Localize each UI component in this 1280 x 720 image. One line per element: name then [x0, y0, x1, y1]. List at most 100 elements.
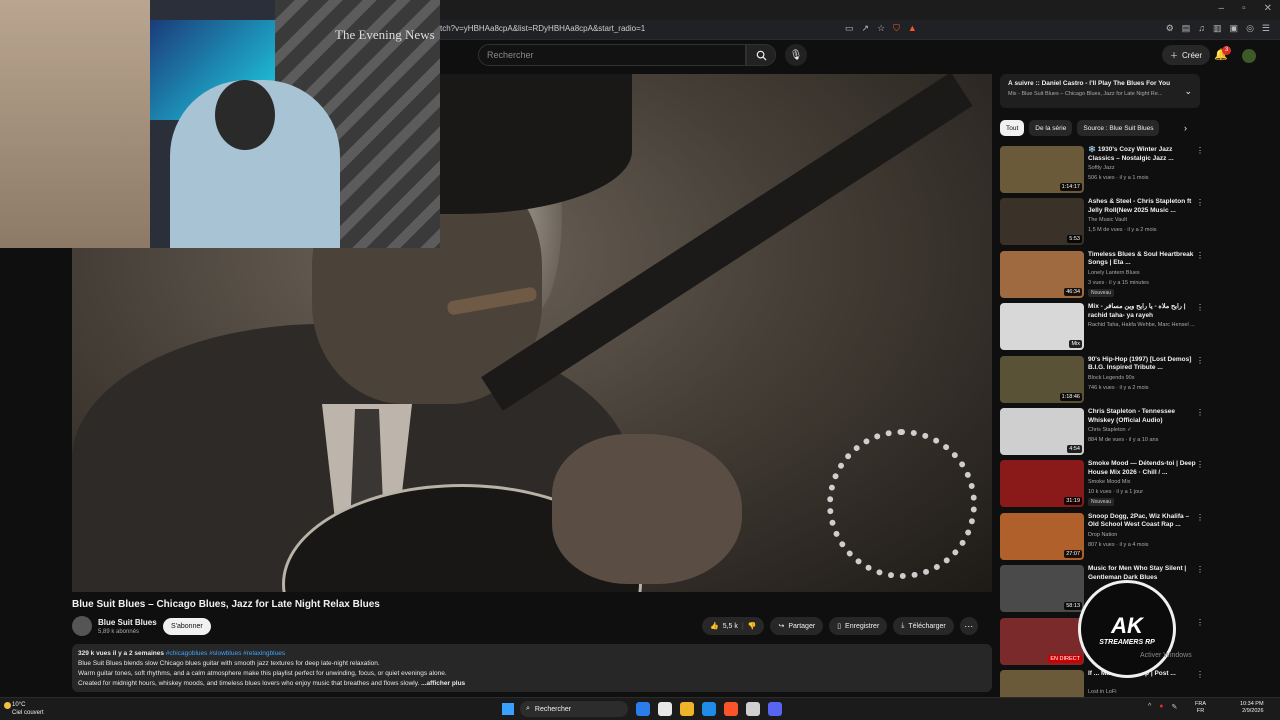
- recommendation-item[interactable]: 31:19 Smoke Mood — Détends-toi | Deep Hou…: [1000, 460, 1205, 508]
- bookmark-icon[interactable]: ☆: [877, 23, 885, 34]
- video-thumbnail[interactable]: 27:07: [1000, 512, 1084, 560]
- panel-icon[interactable]: ▥: [1213, 23, 1222, 34]
- recommendation-title[interactable]: Ashes & Steel - Chris Stapleton ft Jelly…: [1088, 198, 1196, 215]
- video-description[interactable]: 329 k vues il y a 2 semaines #chicagoblu…: [72, 644, 992, 692]
- kebab-menu-icon[interactable]: ⋮: [1196, 565, 1204, 574]
- video-thumbnail[interactable]: 31:19: [1000, 460, 1084, 508]
- video-thumbnail[interactable]: 46:34: [1000, 250, 1084, 298]
- chip-all[interactable]: Tout: [1000, 120, 1025, 136]
- kebab-menu-icon[interactable]: ⋮: [1196, 356, 1204, 365]
- recommendation-item[interactable]: 46:34 Timeless Blues & Soul Heartbreak So…: [1000, 250, 1205, 299]
- chip-series[interactable]: De la série: [1029, 120, 1073, 136]
- recommendation-title[interactable]: Smoke Mood — Détends-toi | Deep House Mi…: [1088, 460, 1196, 477]
- kebab-menu-icon[interactable]: ⋮: [1196, 513, 1204, 522]
- tray-chevron-icon[interactable]: ^: [1148, 703, 1151, 711]
- kebab-menu-icon[interactable]: ⋮: [1196, 460, 1204, 469]
- sidebar-icon[interactable]: ▤: [1182, 23, 1191, 34]
- video-thumbnail[interactable]: 5:53: [1000, 198, 1084, 246]
- logo-sub-text: STREAMERS RP: [1099, 638, 1155, 646]
- recommendation-item[interactable]: 27:07 Snoop Dogg, 2Pac, Wiz Khalifa – Old…: [1000, 512, 1205, 561]
- search-button[interactable]: [746, 44, 776, 66]
- folder-icon[interactable]: [680, 702, 694, 716]
- chrome-icon[interactable]: [746, 702, 760, 716]
- thumbs-down-icon[interactable]: 👎: [748, 622, 757, 630]
- subscribe-button[interactable]: S'abonner: [163, 618, 211, 635]
- discord-icon[interactable]: [768, 702, 782, 716]
- video-thumbnail[interactable]: 58:13: [1000, 565, 1084, 613]
- recommendation-title[interactable]: ❄️ 1930's Cozy Winter Jazz Classics – No…: [1088, 146, 1196, 163]
- video-thumbnail[interactable]: 1:18:46: [1000, 355, 1084, 403]
- store-icon[interactable]: [658, 702, 672, 716]
- language-indicator[interactable]: FRA FR: [1195, 701, 1206, 715]
- create-button[interactable]: ＋ Créer: [1162, 45, 1211, 65]
- chevron-down-icon[interactable]: ⌄: [1184, 86, 1192, 97]
- maximize-button[interactable]: ▫: [1242, 3, 1246, 14]
- extension-icon[interactable]: ⚙: [1166, 23, 1174, 34]
- show-more-link[interactable]: ...afficher plus: [421, 680, 465, 687]
- recommendation-channel: The Music Vault: [1088, 217, 1128, 224]
- copilot-icon[interactable]: [636, 702, 650, 716]
- description-tags[interactable]: #chicagoblues #slowblues #relaxingblues: [166, 650, 285, 657]
- microphone-icon: 🎙: [789, 49, 803, 61]
- kebab-menu-icon[interactable]: ⋮: [1196, 670, 1204, 679]
- kebab-menu-icon[interactable]: ⋮: [1196, 303, 1204, 312]
- download-label: Télécharger: [908, 622, 946, 630]
- close-button[interactable]: ✕: [1264, 3, 1272, 14]
- windows-start-icon[interactable]: [502, 703, 514, 715]
- video-thumbnail[interactable]: 1:14:17: [1000, 146, 1084, 193]
- shield-icon[interactable]: ⛉: [893, 23, 900, 34]
- kebab-menu-icon[interactable]: ⋮: [1196, 146, 1204, 155]
- edge-icon[interactable]: [702, 702, 716, 716]
- tray-pen-icon[interactable]: ✎: [1172, 703, 1178, 711]
- video-thumbnail[interactable]: EN DIRECT: [1000, 617, 1084, 665]
- recommendation-item[interactable]: 1:14:17 ❄️ 1930's Cozy Winter Jazz Classi…: [1000, 146, 1205, 194]
- video-thumbnail[interactable]: Mix: [1000, 303, 1084, 351]
- music-icon[interactable]: ♫: [1198, 23, 1205, 34]
- keyboard-layout: FR: [1196, 708, 1205, 714]
- reader-icon[interactable]: ▭: [845, 23, 854, 34]
- user-avatar[interactable]: [1242, 49, 1256, 63]
- minimize-button[interactable]: –: [1219, 3, 1225, 14]
- recommendation-item[interactable]: 5:53 Ashes & Steel - Chris Stapleton ft J…: [1000, 198, 1205, 246]
- recommendation-item[interactable]: 1:18:46 90's Hip-Hop (1997) [Lost Demos] …: [1000, 355, 1205, 404]
- brave-icon[interactable]: [724, 702, 738, 716]
- kebab-menu-icon[interactable]: ⋮: [1196, 251, 1204, 260]
- taskbar-search[interactable]: ⌕ Rechercher: [520, 701, 628, 717]
- kebab-menu-icon[interactable]: ⋮: [1196, 408, 1204, 417]
- tray-app-icon[interactable]: ●: [1159, 703, 1163, 711]
- up-next-panel[interactable]: À suivre :: Daniel Castro - I'll Play Th…: [1000, 74, 1200, 108]
- menu-icon[interactable]: ☰: [1262, 23, 1270, 34]
- kebab-menu-icon[interactable]: ⋮: [1196, 198, 1204, 207]
- video-thumbnail[interactable]: 4:54: [1000, 408, 1084, 455]
- chip-source[interactable]: Source : Blue Suit Blues: [1077, 120, 1160, 136]
- recommendation-title[interactable]: Snoop Dogg, 2Pac, Wiz Khalifa – Old Scho…: [1088, 513, 1196, 530]
- like-button[interactable]: 👍 5,5 k | 👎: [702, 617, 765, 635]
- download-button[interactable]: ⤓ Télécharger: [893, 617, 954, 635]
- weather-widget[interactable]: 10°C Ciel couvert: [12, 701, 44, 717]
- url-field[interactable]: tch?v=yHBHAa8cpA&list=RDyHBHAa8cpA&start…: [440, 24, 645, 33]
- video-duration: 5:53: [1067, 235, 1082, 244]
- up-next-subtitle: Mix - Blue Suit Blues – Chicago Blues, J…: [1008, 91, 1163, 97]
- recommendation-title[interactable]: 90's Hip-Hop (1997) [Lost Demos] B.I.G. …: [1088, 356, 1196, 373]
- recommendation-title[interactable]: Mix - رايح ملاه - يا رايح وين مسافر | ra…: [1088, 303, 1196, 320]
- recommendation-title[interactable]: Chris Stapleton - Tennessee Whiskey (Off…: [1088, 408, 1196, 425]
- kebab-menu-icon[interactable]: ⋮: [1196, 618, 1204, 627]
- recommendation-title[interactable]: Music for Men Who Stay Silent | Gentlema…: [1088, 565, 1196, 582]
- search-input[interactable]: Rechercher: [478, 44, 746, 66]
- wallet-icon[interactable]: ▣: [1230, 23, 1239, 34]
- channel-name[interactable]: Blue Suit Blues: [98, 618, 157, 627]
- rewards-icon[interactable]: ▲: [908, 23, 917, 34]
- recommendation-item[interactable]: Mix Mix - رايح ملاه - يا رايح وين مسافر |…: [1000, 303, 1205, 351]
- recommendation-item[interactable]: 4:54 Chris Stapleton - Tennessee Whiskey …: [1000, 408, 1205, 456]
- share-icon[interactable]: ↗: [862, 23, 870, 34]
- weather-icon[interactable]: [4, 702, 11, 709]
- channel-avatar[interactable]: [72, 616, 92, 636]
- share-button[interactable]: ↪ Partager: [770, 617, 824, 635]
- save-button[interactable]: ▯ Enregistrer: [829, 617, 888, 635]
- chevron-right-icon[interactable]: ›: [1184, 123, 1187, 133]
- voice-search-button[interactable]: 🎙: [785, 44, 807, 66]
- more-actions-button[interactable]: ⋯: [959, 617, 978, 635]
- taskbar-clock[interactable]: 10:34 PM 2/9/2026: [1240, 701, 1264, 715]
- vpn-icon[interactable]: ◎: [1246, 23, 1254, 34]
- recommendation-title[interactable]: Timeless Blues & Soul Heartbreak Songs |…: [1088, 251, 1196, 268]
